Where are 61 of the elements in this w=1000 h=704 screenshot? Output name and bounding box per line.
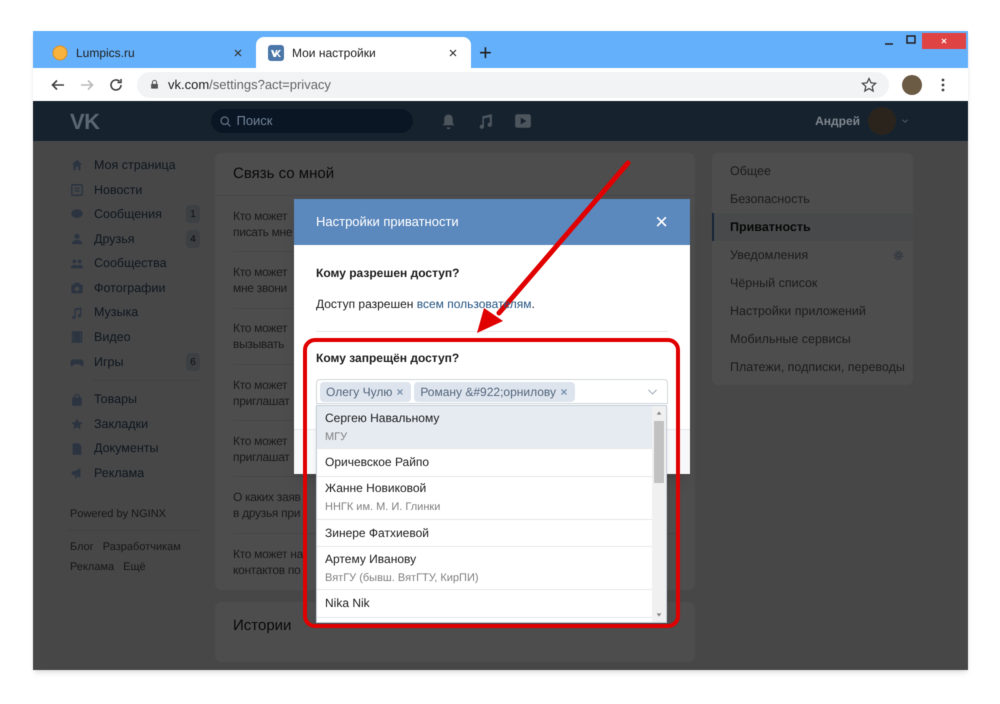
remove-icon[interactable] bbox=[395, 386, 406, 396]
sidebar-item[interactable]: Закладки bbox=[68, 412, 200, 437]
star-icon[interactable] bbox=[861, 76, 877, 92]
suggestion-item[interactable]: Артему Иванову ВятГУ (бывш. ВятГТУ, КирПИ) bbox=[317, 547, 652, 590]
search-field[interactable]: Поиск bbox=[211, 109, 414, 133]
lock-icon bbox=[149, 79, 160, 90]
card-title: Истории bbox=[233, 617, 292, 634]
person-icon bbox=[70, 232, 84, 246]
close-button[interactable]: × bbox=[655, 211, 668, 233]
shopping-bag-icon bbox=[70, 392, 84, 407]
suggestion-item[interactable]: Nika Nik bbox=[317, 590, 652, 618]
sidebar-item[interactable]: Новости bbox=[68, 178, 200, 202]
browser-tab[interactable]: Мои настройки bbox=[256, 37, 471, 68]
section-heading: Кому разрешен доступ? bbox=[316, 265, 460, 282]
profile-avatar[interactable] bbox=[902, 74, 922, 94]
vk-favicon-icon bbox=[268, 44, 284, 60]
modal-title: Настройки приватности bbox=[316, 213, 460, 232]
remove-icon[interactable] bbox=[559, 386, 569, 396]
scrollbar[interactable] bbox=[652, 406, 666, 622]
address-field[interactable]: vk.com/settings?act=privacy bbox=[137, 72, 889, 98]
section-heading: Кому запрещён доступ? bbox=[316, 350, 460, 367]
newspaper-icon bbox=[70, 182, 84, 197]
sidebar-item[interactable]: Сообщества bbox=[68, 251, 200, 276]
sidebar-item[interactable]: Документы bbox=[68, 436, 200, 462]
sidebar-item[interactable]: Видео bbox=[68, 325, 200, 350]
card-title: Связь со мной bbox=[215, 153, 695, 196]
star-icon bbox=[70, 417, 84, 432]
suggestion-item[interactable]: Жанне Новиковой ННГК им. М. И. Глинки bbox=[317, 476, 652, 520]
sidebar-item[interactable]: Моя страница bbox=[68, 153, 200, 178]
close-icon[interactable] bbox=[232, 46, 244, 58]
close-icon[interactable] bbox=[447, 46, 459, 58]
user-name[interactable]: Андрей bbox=[815, 112, 860, 130]
film-strip-icon bbox=[70, 330, 84, 344]
suggestion-item[interactable]: Зинере Фатхиевой bbox=[317, 520, 652, 547]
music-note-icon bbox=[70, 306, 84, 320]
sidebar-item[interactable]: Музыка bbox=[68, 300, 200, 326]
house-icon bbox=[70, 158, 84, 172]
recipient-token[interactable]: Олегу Чулю bbox=[320, 382, 412, 402]
suggestion-item[interactable]: Сергею Навальному МГУ bbox=[317, 406, 652, 449]
sidebar-item[interactable]: Товары bbox=[68, 387, 200, 412]
document-icon bbox=[70, 442, 84, 456]
sidebar-item[interactable]: Фотографии bbox=[68, 276, 200, 301]
url-text: vk.com/settings?act=privacy bbox=[168, 76, 331, 94]
search-icon bbox=[219, 114, 232, 128]
vk-logo[interactable]: VK bbox=[70, 104, 100, 138]
tab-title: Lumpics.ru bbox=[76, 44, 136, 62]
gear-icon[interactable] bbox=[892, 248, 905, 262]
scrollbar-thumb[interactable] bbox=[654, 421, 664, 483]
people-icon bbox=[70, 256, 84, 271]
music-note-icon[interactable] bbox=[477, 112, 494, 130]
suggestion-item[interactable]: Оричевское Райпо bbox=[317, 449, 652, 476]
sidebar-item[interactable]: Реклама bbox=[68, 461, 200, 486]
recipient-token[interactable]: Роману &#922;орнилову bbox=[414, 382, 575, 402]
browser-tab[interactable]: Lumpics.ru bbox=[40, 37, 256, 68]
camera-icon bbox=[70, 281, 84, 296]
reload-icon[interactable] bbox=[108, 76, 124, 92]
tab-title: Мои настройки bbox=[292, 44, 377, 62]
circle-favicon-icon bbox=[52, 44, 68, 60]
video-icon[interactable] bbox=[514, 112, 532, 130]
settings-menu-item[interactable]: Приватность bbox=[712, 213, 913, 241]
new-tab-button[interactable]: + bbox=[479, 42, 492, 64]
